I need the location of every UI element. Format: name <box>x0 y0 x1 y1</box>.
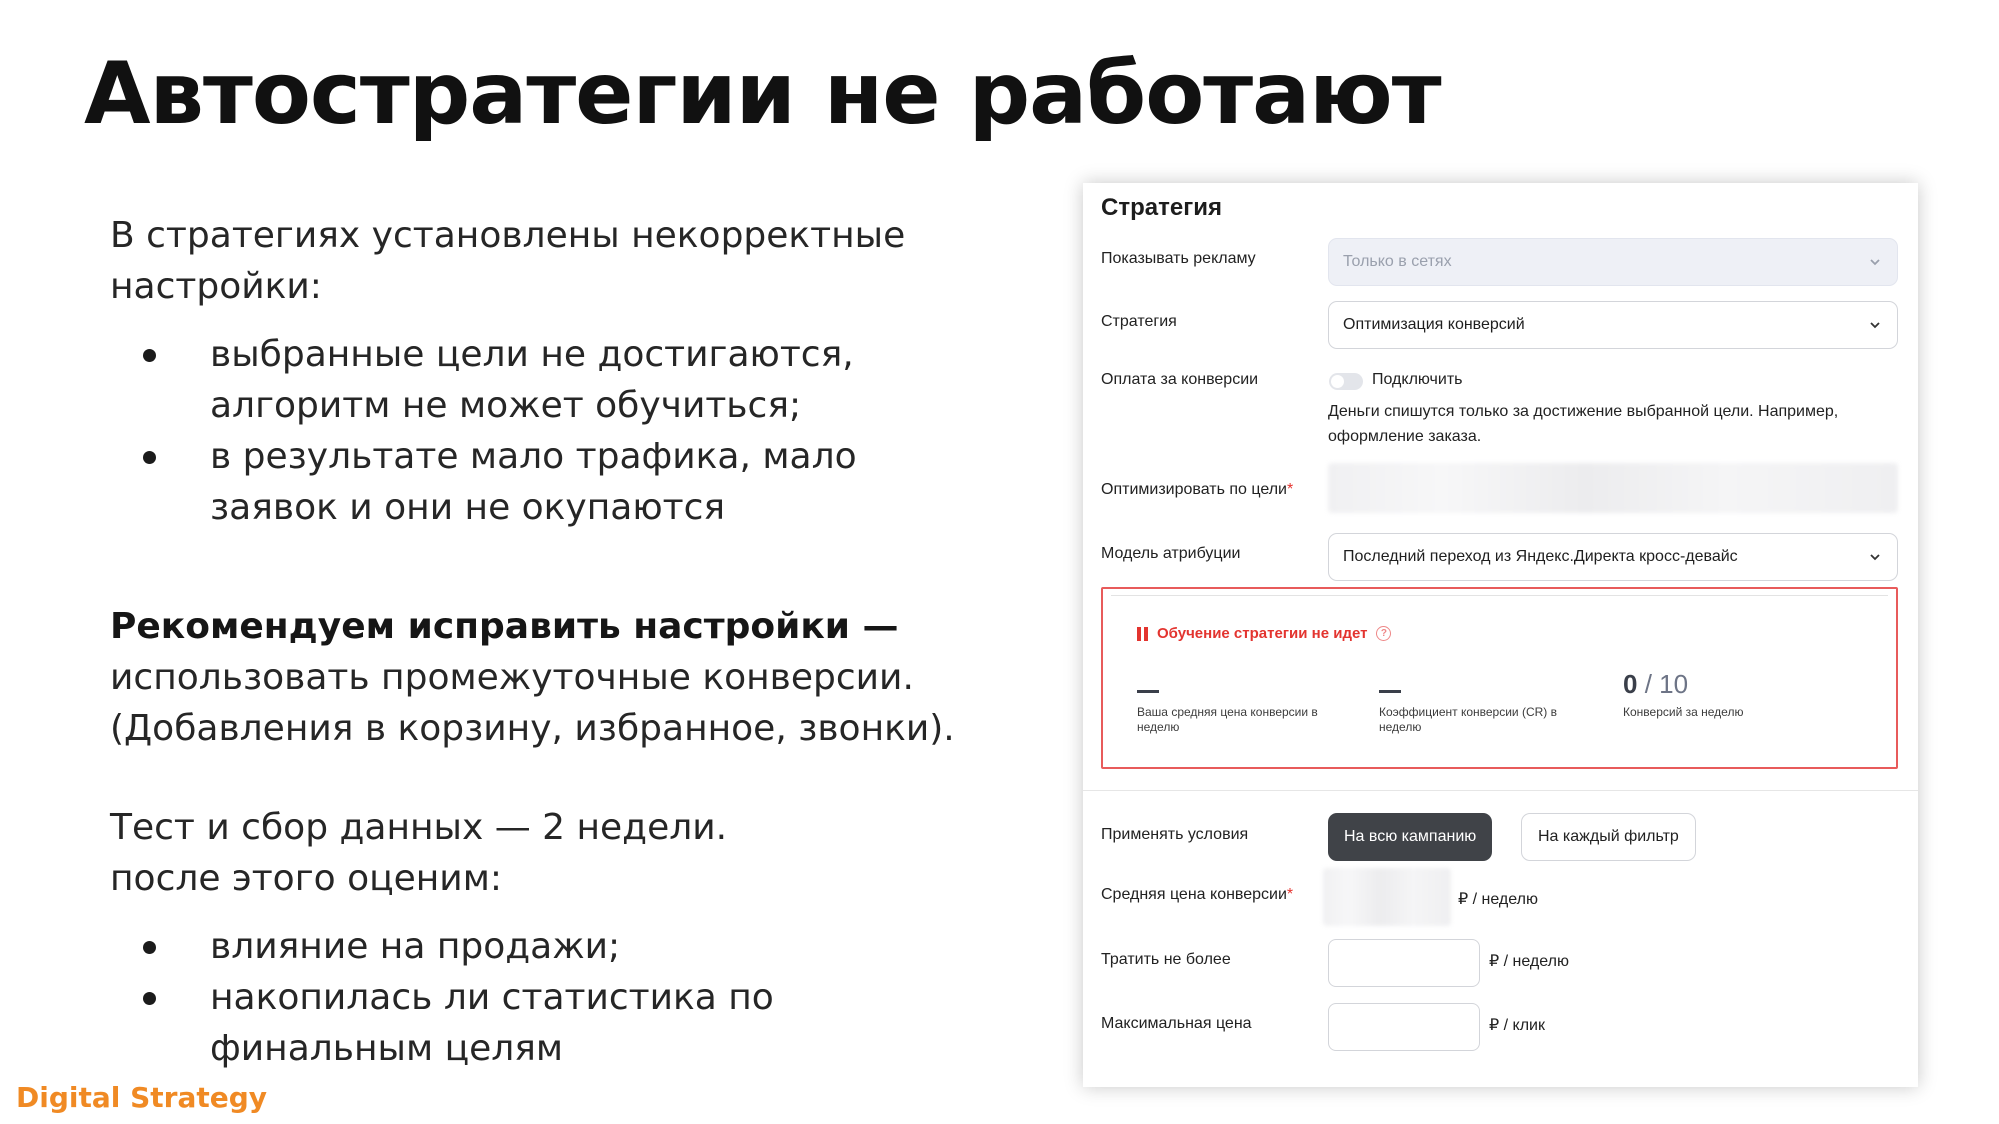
pay-for-conversions-label: Оплата за конверсии <box>1101 371 1259 388</box>
metric-cr: Коэффициент конверсии (CR) в неделю <box>1379 669 1579 735</box>
strategy-settings-panel: Стратегия Показывать рекламу Только в се… <box>1083 183 1918 1087</box>
show-ads-select: Только в сетях <box>1328 238 1898 286</box>
metric-conversions: 0 / 10 Конверсий за неделю <box>1623 669 1823 720</box>
recommendation-heading: Рекомендуем исправить настройки — <box>110 606 899 647</box>
avg-conversion-price-label: Средняя цена конверсии* <box>1101 886 1294 903</box>
metric-caption: Коэффициент конверсии (CR) в неделю <box>1379 705 1557 734</box>
required-mark: * <box>1286 886 1294 903</box>
attribution-select[interactable]: Последний переход из Яндекс.Директа крос… <box>1328 533 1898 581</box>
brand-logo-text: Digital Strategy <box>16 1081 268 1114</box>
required-mark: * <box>1287 481 1294 498</box>
test-line-1: Тест и сбор данных — 2 недели. <box>110 807 728 848</box>
conversions-target: / 10 <box>1644 669 1689 699</box>
help-icon[interactable]: ? <box>1376 626 1392 641</box>
optimize-goal-blurred-field[interactable] <box>1328 463 1898 513</box>
strategy-label: Стратегия <box>1101 313 1177 330</box>
conversions-count: 0 <box>1623 669 1638 699</box>
issues-list: выбранные цели не достигаются, алгоритм … <box>110 329 990 533</box>
list-item: влияние на продажи; <box>110 921 990 972</box>
pay-hint-line-1: Деньги спишутся только за достижение выб… <box>1328 403 1839 420</box>
learning-status-text: Обучение стратегии не идет <box>1157 625 1368 642</box>
pay-hint-line-2: оформление заказа. <box>1328 428 1482 445</box>
learning-status-alert: Обучение стратегии не идет ? Ваша средня… <box>1101 587 1898 769</box>
left-text-block: В стратегиях установлены некорректные на… <box>110 210 990 1074</box>
section-divider <box>1083 790 1918 791</box>
apply-each-filter-button[interactable]: На каждый фильтр <box>1521 813 1696 861</box>
empty-value-dash <box>1137 689 1159 693</box>
empty-value-dash <box>1379 689 1401 693</box>
max-price-input[interactable] <box>1328 1003 1480 1051</box>
spend-limit-input[interactable] <box>1328 939 1480 987</box>
metric-avg-price: Ваша средняя цена конверсии в неделю <box>1137 669 1337 735</box>
learning-status: Обучение стратегии не идет ? <box>1137 625 1392 642</box>
list-item: выбранные цели не достигаются, алгоритм … <box>110 329 990 431</box>
apply-whole-campaign-button[interactable]: На всю кампанию <box>1328 813 1493 861</box>
strategy-select[interactable]: Оптимизация конверсий <box>1328 301 1898 349</box>
recommendation: Рекомендуем исправить настройки — исполь… <box>110 601 990 754</box>
avg-price-blurred-input[interactable] <box>1323 868 1451 926</box>
intro-text: В стратегиях установлены некорректные на… <box>110 215 906 307</box>
list-item: в результате мало трафика, мало заявок и… <box>110 431 990 533</box>
panel-title: Стратегия <box>1101 194 1222 221</box>
attribution-label: Модель атрибуции <box>1101 545 1241 562</box>
toggle-label: Подключить <box>1372 371 1463 388</box>
metric-caption: Конверсий за неделю <box>1623 705 1744 719</box>
show-ads-label: Показывать рекламу <box>1101 250 1256 267</box>
spend-limit-label: Тратить не более <box>1101 951 1231 968</box>
divider <box>1111 595 1888 596</box>
show-ads-value: Только в сетях <box>1343 253 1452 270</box>
chevron-down-icon <box>1870 259 1880 266</box>
attribution-value: Последний переход из Яндекс.Директа крос… <box>1343 548 1738 565</box>
apply-conditions-label: Применять условия <box>1101 826 1249 843</box>
optimize-goal-label: Оптимизировать по цели* <box>1101 481 1294 498</box>
chevron-down-icon <box>1870 322 1880 329</box>
evaluate-list: влияние на продажи; накопилась ли статис… <box>110 921 990 1074</box>
max-price-label: Максимальная цена <box>1101 1015 1252 1032</box>
avg-price-unit: ₽ / неделю <box>1458 891 1538 908</box>
test-line-2: после этого оценим: <box>110 858 502 899</box>
recommendation-text: использовать промежуточные конверсии. (Д… <box>110 657 955 749</box>
chevron-down-icon <box>1870 554 1880 561</box>
strategy-value: Оптимизация конверсий <box>1343 316 1525 333</box>
pay-for-conversions-toggle[interactable] <box>1329 373 1363 390</box>
pause-icon <box>1137 626 1148 641</box>
spend-limit-unit: ₽ / неделю <box>1489 953 1569 970</box>
slide-title: Автостратегии не работают <box>84 44 1442 144</box>
list-item: накопилась ли статистика по финальным це… <box>110 972 990 1074</box>
max-price-unit: ₽ / клик <box>1489 1017 1545 1034</box>
metric-caption: Ваша средняя цена конверсии в неделю <box>1137 705 1318 734</box>
